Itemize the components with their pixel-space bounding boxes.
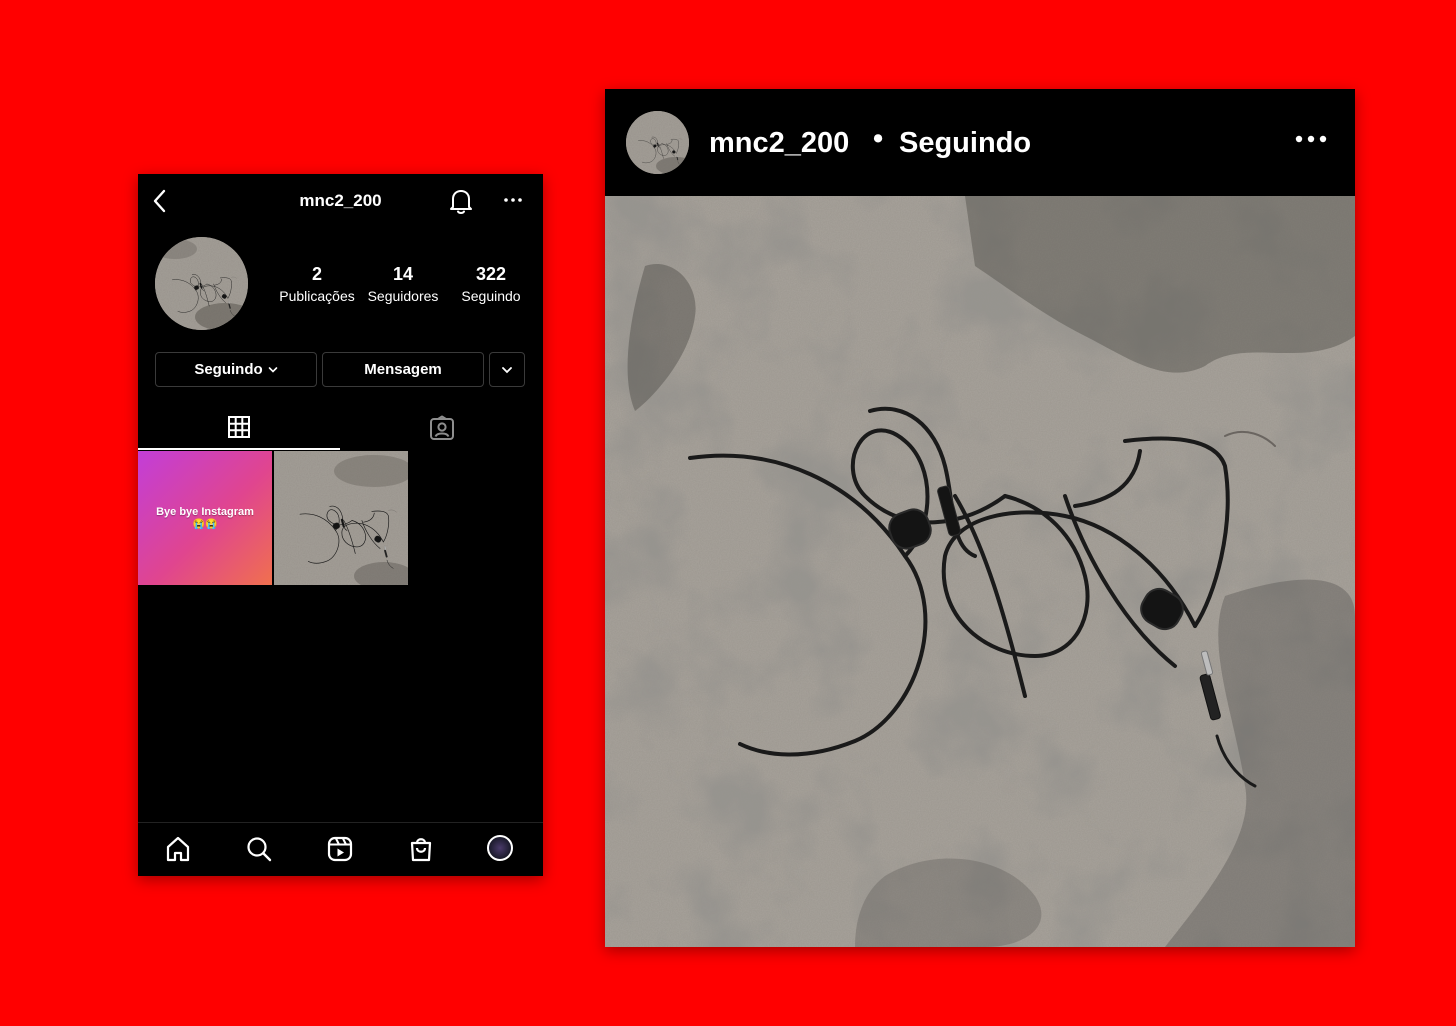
stat-followers-value: 14 [392,264,414,284]
following-status[interactable]: Seguindo [899,127,1031,160]
profile-avatar-tab[interactable] [487,835,515,863]
bottom-navigation [138,822,543,876]
post-author-avatar[interactable] [626,111,689,174]
post-view: mnc2_200 • Seguindo [605,89,1355,947]
avatar [487,835,513,861]
post-thumbnail[interactable]: Bye bye Instagram 😭😭 [138,451,272,585]
grid-icon [228,416,250,438]
more-horizontal-icon[interactable] [501,188,525,212]
following-button[interactable]: Seguindo [155,352,317,387]
stat-followers-label: Seguidores [367,288,439,304]
profile-header: mnc2_200 [138,174,543,228]
suggestions-dropdown-button[interactable] [489,352,525,387]
chevron-down-icon [268,366,277,373]
stat-following-label: Seguindo [461,288,521,304]
stat-posts-value: 2 [311,264,322,284]
bell-icon[interactable] [448,187,474,215]
post-username[interactable]: mnc2_200 [709,127,849,160]
post-emoji: 😭😭 [192,519,218,530]
stat-posts-label: Publicações [279,288,355,304]
search-icon[interactable] [245,835,273,863]
stat-posts[interactable]: 2 Publicações [274,264,360,304]
stat-following-value: 322 [475,264,507,284]
post-photo[interactable] [605,196,1355,947]
home-icon[interactable] [164,835,192,863]
profile-avatar[interactable] [155,237,248,330]
message-button-label: Mensagem [364,361,442,378]
chevron-down-icon [502,366,512,373]
tab-tagged[interactable] [341,406,543,450]
separator-dot: • [873,123,884,155]
stat-following[interactable]: 322 Seguindo [448,264,534,304]
shop-bag-icon[interactable] [407,835,435,863]
reels-icon[interactable] [326,835,354,863]
profile-username: mnc2_200 [299,191,382,210]
tagged-user-icon [430,415,454,440]
post-caption: Bye bye Instagram [156,506,254,518]
profile-tabs [138,406,543,450]
message-button[interactable]: Mensagem [322,352,484,387]
following-button-label: Seguindo [194,361,263,378]
tab-posts-grid[interactable] [138,406,340,450]
post-header: mnc2_200 • Seguindo [605,89,1355,196]
profile-screen: mnc2_200 2 Publicações 14 Seguidores 322… [138,174,543,876]
more-horizontal-icon[interactable] [1295,133,1327,145]
post-thumbnail[interactable] [274,451,408,585]
stat-followers[interactable]: 14 Seguidores [360,264,446,304]
